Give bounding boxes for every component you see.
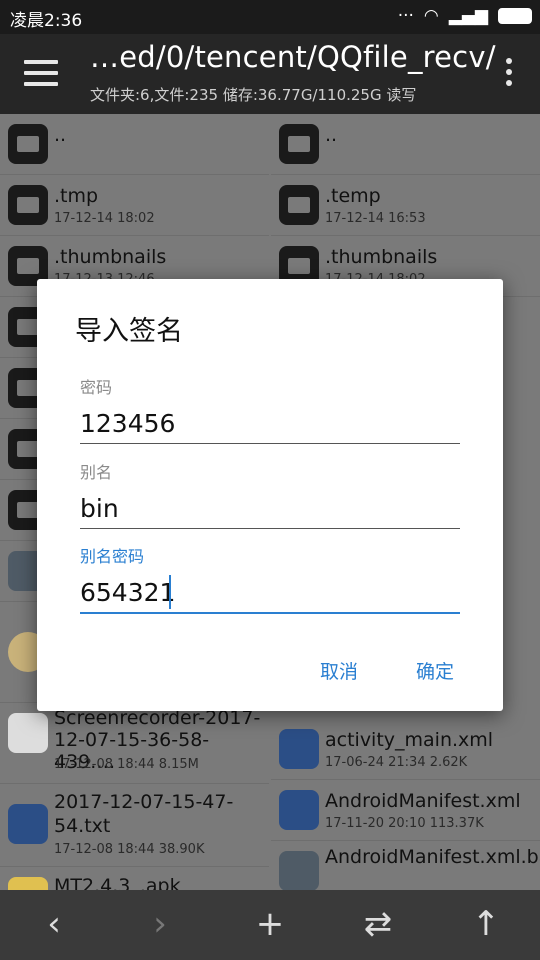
password-label: 密码	[80, 378, 113, 397]
alias-label: 别名	[80, 463, 113, 482]
password-field[interactable]	[80, 403, 460, 444]
alias-password-field[interactable]	[80, 572, 460, 614]
text-caret	[169, 575, 171, 609]
confirm-button[interactable]: 确定	[416, 657, 454, 684]
dialog-title: 导入签名	[75, 316, 183, 347]
cancel-button[interactable]: 取消	[320, 657, 358, 684]
alias-password-label: 别名密码	[80, 547, 145, 566]
import-signature-dialog: 导入签名 密码 别名 别名密码 取消 确定	[37, 279, 503, 711]
alias-field[interactable]	[80, 488, 460, 529]
